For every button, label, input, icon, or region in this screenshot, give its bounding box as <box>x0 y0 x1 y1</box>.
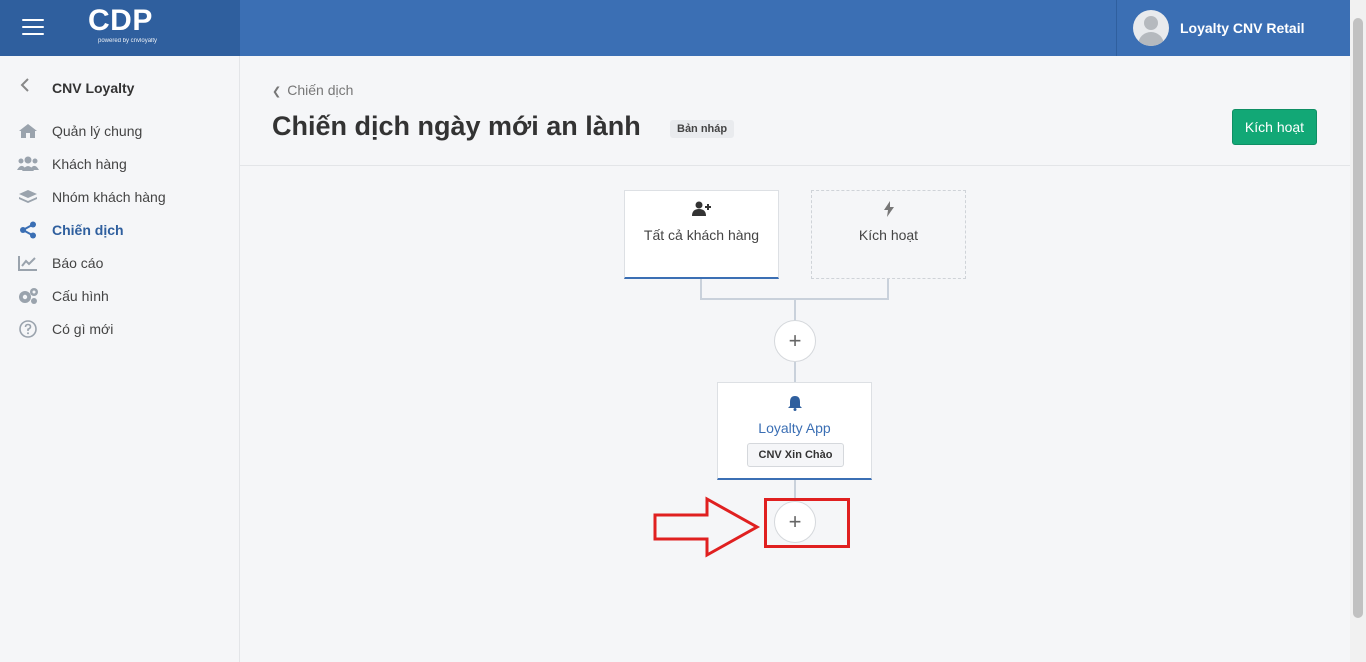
share-icon <box>16 220 40 240</box>
sidebar-item-overview[interactable]: Quản lý chung <box>16 114 236 147</box>
sidebar-item-whats-new[interactable]: Có gì mới <box>16 312 236 345</box>
annotation-arrow <box>653 496 761 558</box>
breadcrumb[interactable]: ❮ Chiến dịch <box>272 82 353 98</box>
sidebar-back-button[interactable]: CNV Loyalty <box>20 78 134 97</box>
users-icon <box>16 154 40 174</box>
sidebar-item-label: Có gì mới <box>52 320 114 337</box>
flow-node-activation[interactable]: Kích hoạt <box>811 190 966 279</box>
sidebar-item-label: Quản lý chung <box>52 122 143 139</box>
flow-node-label: Loyalty App <box>758 420 831 436</box>
logo-text: CDP <box>88 4 153 37</box>
flow-node-audience[interactable]: Tất cả khách hàng <box>624 190 779 279</box>
sidebar-item-label: Nhóm khách hàng <box>52 188 166 205</box>
brand-area: CDP powered by cnvloyalty <box>0 0 240 56</box>
layers-icon <box>16 187 40 207</box>
sidebar-item-customer-groups[interactable]: Nhóm khách hàng <box>16 180 236 213</box>
sidebar-item-label: Chiến dịch <box>52 221 124 238</box>
connector-line <box>887 279 889 299</box>
sidebar-item-reports[interactable]: Báo cáo <box>16 246 236 279</box>
flow-node-label: Tất cả khách hàng <box>643 227 760 243</box>
page-title: Chiến dịch ngày mới an lành <box>272 111 641 141</box>
chart-icon <box>16 253 40 273</box>
user-name: Loyalty CNV Retail <box>1180 20 1305 36</box>
main-content: ❮ Chiến dịch Chiến dịch ngày mới an lành … <box>240 56 1350 662</box>
bolt-icon <box>812 201 965 217</box>
status-badge: Bản nháp <box>670 120 735 138</box>
chevron-left-icon <box>20 78 40 97</box>
sidebar-item-customers[interactable]: Khách hàng <box>16 147 236 180</box>
sidebar-item-settings[interactable]: Cấu hình <box>16 279 236 312</box>
menu-icon[interactable] <box>22 19 44 37</box>
logo-subtext: powered by cnvloyalty <box>98 38 158 44</box>
sidebar-item-label: Khách hàng <box>52 155 127 172</box>
avatar <box>1133 10 1169 46</box>
user-menu[interactable]: Loyalty CNV Retail <box>1116 0 1350 56</box>
page-header: ❮ Chiến dịch Chiến dịch ngày mới an lành … <box>240 56 1350 166</box>
logo[interactable]: CDP powered by cnvloyalty <box>88 4 178 52</box>
connector-line <box>794 362 796 382</box>
flow-node-label: Kích hoạt <box>858 227 919 243</box>
sidebar-item-label: Cấu hình <box>52 287 109 304</box>
sidebar-nav: Quản lý chung Khách hàng Nhóm khách hàng… <box>16 114 236 345</box>
connector-line <box>794 480 796 500</box>
chevron-left-icon: ❮ <box>272 86 282 98</box>
activate-button[interactable]: Kích hoạt <box>1232 109 1317 145</box>
scrollbar[interactable] <box>1350 0 1366 662</box>
home-icon <box>16 121 40 141</box>
sidebar: CNV Loyalty Quản lý chung Khách hàng Nhó… <box>0 56 240 662</box>
annotation-highlight-box <box>764 498 850 548</box>
gears-icon <box>16 286 40 306</box>
sidebar-item-label: Báo cáo <box>52 254 104 271</box>
add-step-button[interactable]: + <box>774 320 816 362</box>
connector-line <box>700 279 702 299</box>
user-plus-icon <box>625 201 778 217</box>
top-bar: CDP powered by cnvloyalty Loyalty CNV Re… <box>0 0 1350 56</box>
connector-line <box>794 299 796 321</box>
bell-icon <box>718 395 871 411</box>
sidebar-title: CNV Loyalty <box>52 79 135 96</box>
breadcrumb-label: Chiến dịch <box>287 82 354 98</box>
flow-node-loyalty-app[interactable]: Loyalty App CNV Xin Chào <box>717 382 872 480</box>
question-icon <box>16 319 40 339</box>
sidebar-item-campaigns[interactable]: Chiến dịch <box>16 213 236 246</box>
message-tag: CNV Xin Chào <box>747 443 844 467</box>
